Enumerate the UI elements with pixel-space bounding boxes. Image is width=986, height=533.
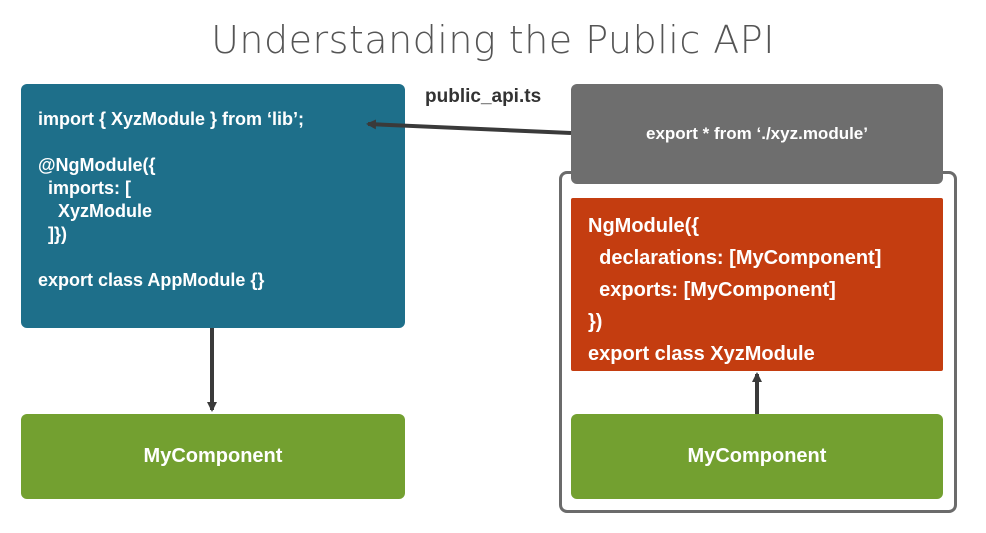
export-to-import-arrow — [366, 119, 572, 135]
arrows-layer — [207, 119, 762, 414]
